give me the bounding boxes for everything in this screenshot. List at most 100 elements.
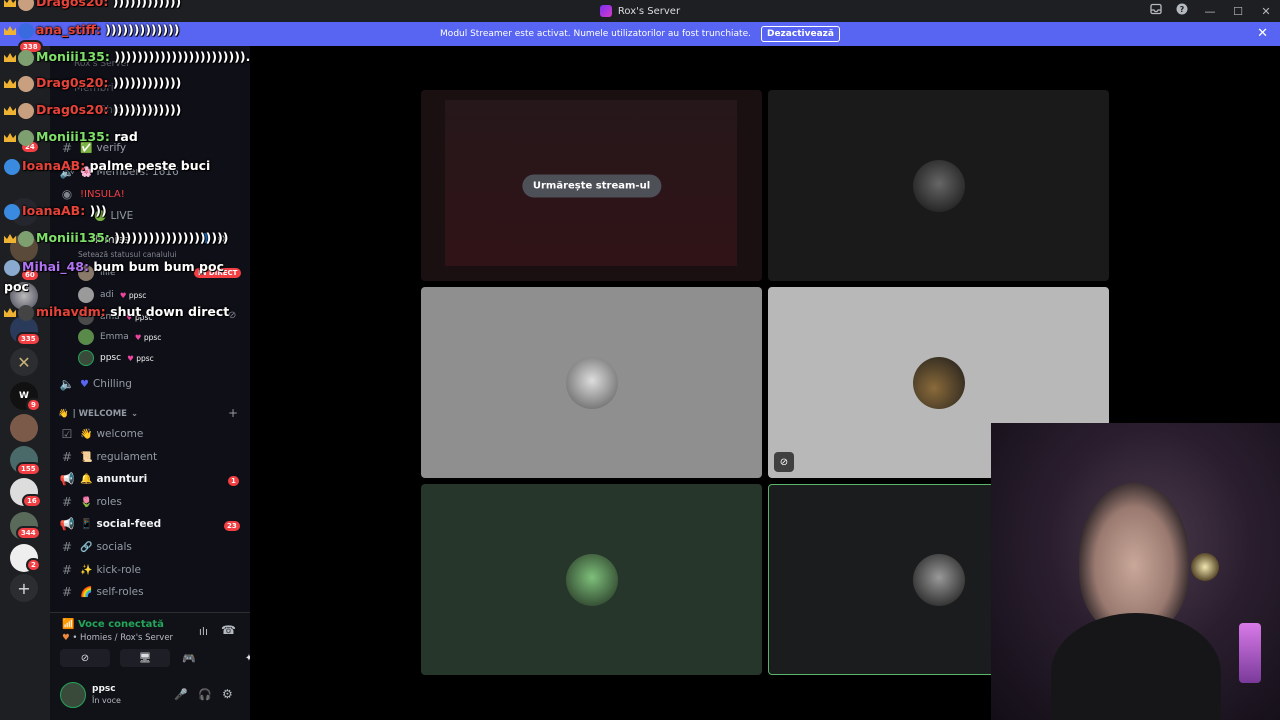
screen-share-button[interactable]: 🖥	[120, 649, 170, 667]
microphone-icon[interactable]: 🎤	[174, 688, 188, 701]
title-bar: Rox's Server ? — ☐ ✕	[0, 0, 1280, 22]
channel-insula[interactable]: ◉ !INSULA!	[58, 184, 129, 204]
discord-window: Rox's Server ? — ☐ ✕ Modul Streamer este…	[0, 0, 1280, 720]
headphones-icon[interactable]: 🎧	[198, 688, 212, 701]
channel-status-hint[interactable]: Setează statusul canalului	[78, 244, 177, 264]
avatar	[565, 553, 618, 606]
sidebar-header[interactable]: Rox's Server	[74, 54, 130, 74]
rail-badge: 60	[20, 268, 40, 282]
camera-off-icon: ⊘	[80, 652, 90, 664]
server-avatar-5[interactable]: ✕	[10, 348, 38, 376]
channel-self-roles[interactable]: # 🌈 self-roles	[58, 582, 144, 602]
camera-button[interactable]: ⊘	[60, 649, 110, 667]
wave-icon: 👋	[58, 409, 69, 419]
voice-user[interactable]: adi ♥ ppsc	[78, 286, 146, 304]
close-banner-icon[interactable]: ✕	[1257, 26, 1268, 41]
user-settings-icon[interactable]: ⚙	[222, 687, 233, 701]
gamepad-icon: 🎮	[182, 651, 196, 665]
participant-tile[interactable]	[421, 484, 762, 675]
hash-icon: #	[61, 450, 73, 464]
live-badge: IN DIRECT	[194, 268, 242, 278]
streamer-webcam	[991, 423, 1280, 720]
close-window-icon[interactable]: ✕	[1252, 5, 1280, 18]
participant-tile[interactable]	[768, 90, 1109, 281]
rail-badge: 344	[16, 526, 41, 540]
muted-icon: ⊘	[228, 310, 237, 321]
voice-user[interactable]: Emma ♥ ppsc	[78, 328, 161, 346]
server-avatar-2[interactable]	[10, 234, 38, 262]
avatar	[78, 265, 94, 281]
voice-icon: 🔊	[59, 165, 75, 179]
avatar	[565, 356, 618, 409]
role-tag: ♥ ppsc	[119, 290, 147, 300]
rail-badge: 24	[20, 140, 40, 154]
window-title: Rox's Server	[617, 5, 681, 17]
voice-channel-chilling[interactable]: 🔈 ♥ Chilling	[58, 374, 132, 394]
rail-badge: 16	[22, 494, 42, 508]
server-icon	[599, 5, 612, 17]
rail-badge: 335	[16, 332, 41, 346]
disable-streamer-button[interactable]: Dezactivează	[760, 26, 840, 42]
watch-stream-button[interactable]: Urmărește stream-ul	[521, 174, 662, 197]
settings-icon[interactable]: ⚙	[217, 234, 226, 245]
participant-tile[interactable]	[421, 287, 762, 478]
channel-verify[interactable]: # ✅ verify	[58, 138, 126, 158]
avatar	[78, 329, 94, 345]
avatar	[78, 350, 94, 366]
channel-social-feed[interactable]: 📢 📱 social-feed	[58, 514, 162, 534]
channel-welcome[interactable]: ☑ 👋 welcome	[58, 424, 144, 444]
voice-user[interactable]: ppsc ♥ ppsc	[78, 349, 154, 367]
rules-icon: ☑	[61, 427, 73, 441]
sidebar-item-members[interactable]: Membri	[74, 78, 114, 98]
light	[1191, 553, 1219, 581]
hash-icon: #	[61, 585, 73, 599]
minimize-icon[interactable]: —	[1196, 5, 1224, 18]
avatar	[912, 159, 965, 212]
hash-icon: #	[61, 540, 73, 554]
channel-socials[interactable]: # 🔗 socials	[58, 537, 132, 557]
chevron-down-icon: ⌄	[131, 409, 139, 419]
avatar	[912, 356, 965, 409]
role-tag: ♥ ppsc	[134, 332, 162, 342]
category-welcome[interactable]: 👋 | WELCOME ⌄	[58, 404, 138, 424]
activity-button[interactable]: 🎮	[178, 649, 200, 667]
role-tag: ♥ ppsc	[125, 312, 153, 322]
server-avatar-7[interactable]	[10, 414, 38, 442]
stage-icon: ◉	[61, 187, 73, 201]
avatar[interactable]	[60, 682, 86, 708]
channel-members-count[interactable]: 🔊 🌸 Members: 1616	[58, 162, 179, 182]
avatar	[912, 553, 965, 606]
maximize-icon[interactable]: ☐	[1224, 5, 1252, 18]
svg-text:?: ?	[1180, 5, 1185, 14]
add-server-icon[interactable]: +	[10, 574, 38, 602]
unread-badge: 1	[226, 474, 241, 488]
channel-live[interactable]: 🟢 LIVE	[90, 206, 133, 226]
rail-badge: 155	[16, 462, 41, 476]
voice-user[interactable]: ama ♥ ppsc	[78, 308, 153, 326]
server-avatar-1[interactable]	[10, 198, 38, 226]
channel-regulament[interactable]: # 📜 regulament	[58, 447, 157, 467]
help-icon[interactable]: ?	[1176, 3, 1188, 15]
channel-roles[interactable]: # 🌷 roles	[58, 492, 122, 512]
invite-icon[interactable]: 👤	[200, 234, 211, 245]
disconnect-icon[interactable]: ☎	[221, 623, 236, 637]
rail-badge: 2	[26, 558, 41, 572]
inbox-icon[interactable]	[1150, 3, 1162, 15]
screen-share-icon: 🖥	[138, 652, 152, 664]
add-channel-icon[interactable]: +	[228, 406, 238, 420]
noise-suppression-icon[interactable]: ılı	[199, 625, 208, 638]
voice-user[interactable]: lilie	[78, 264, 116, 282]
banner-text: Modul Streamer este activat. Numele util…	[440, 29, 751, 39]
announcement-icon: 📢	[59, 517, 75, 531]
server-avatar-3[interactable]	[10, 282, 38, 310]
muted-mic-icon: ⊘	[774, 452, 794, 472]
user-panel: ppsc În voce 🎤 🎧 ⚙	[50, 674, 250, 720]
channel-anunturi[interactable]: 📢 🔔 anunturi	[58, 469, 148, 489]
stream-tile[interactable]: Urmărește stream-ul	[421, 90, 762, 281]
username[interactable]: ppsc	[92, 684, 116, 694]
hash-icon: #	[61, 495, 73, 509]
channel-kick-role[interactable]: # ✨ kick-role	[58, 560, 141, 580]
rail-badge: 338	[18, 40, 43, 54]
voice-location[interactable]: ♥ • Homies / Rox's Server	[62, 633, 173, 643]
sidebar-item-server-guide[interactable]: Ghid server	[98, 100, 159, 120]
